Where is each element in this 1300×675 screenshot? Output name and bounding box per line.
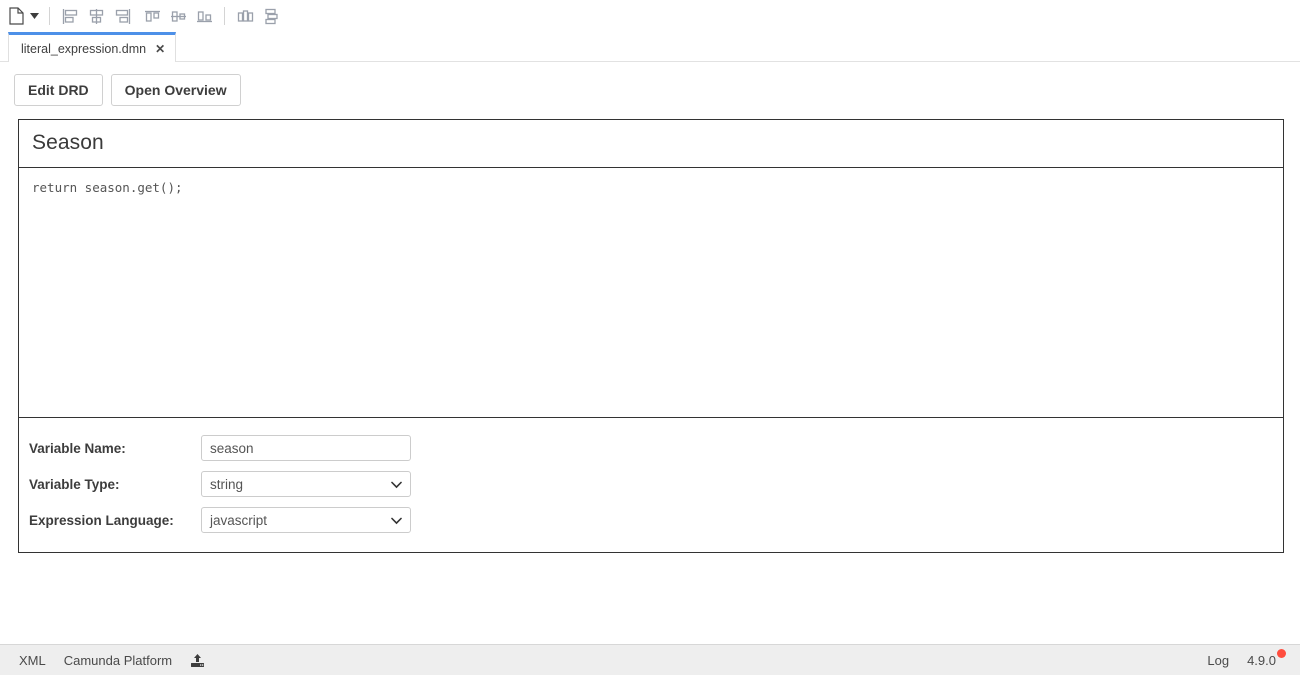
expression-language-label: Expression Language: <box>29 512 174 528</box>
status-bar: XML Camunda Platform Log 4.9.0 <box>0 644 1300 675</box>
literal-expression-editor: Season return season.get(); <box>18 119 1284 419</box>
property-row-expression-language: Expression Language: javascript <box>19 502 1283 538</box>
toolbar <box>0 0 1300 32</box>
log-button[interactable]: Log <box>1198 654 1238 667</box>
variable-type-field: string <box>201 471 411 498</box>
align-left-icon[interactable] <box>57 4 83 28</box>
edit-drd-button[interactable]: Edit DRD <box>14 74 103 107</box>
deploy-icon[interactable] <box>181 653 214 668</box>
properties-panel: Variable Name: Variable Type: string <box>18 418 1284 554</box>
expression-language-value: javascript <box>210 512 268 528</box>
distribute-vertically-icon[interactable] <box>258 4 284 28</box>
decision-name[interactable]: Season <box>19 120 1283 169</box>
expression-language-select[interactable]: javascript <box>201 507 411 534</box>
close-icon[interactable]: ✕ <box>155 43 165 55</box>
tab-label: literal_expression.dmn <box>21 41 147 56</box>
align-top-icon[interactable] <box>139 4 165 28</box>
align-center-horizontal-icon[interactable] <box>83 4 109 28</box>
toolbar-separator-1 <box>49 7 50 25</box>
main-content: Edit DRD Open Overview Season return sea… <box>0 62 1300 644</box>
variable-name-input[interactable] <box>201 435 411 462</box>
new-file-dropdown-caret[interactable] <box>26 4 42 28</box>
variable-name-field <box>201 435 411 462</box>
variable-type-select[interactable]: string <box>201 471 411 498</box>
property-row-variable-type: Variable Type: string <box>19 466 1283 502</box>
new-file-icon[interactable] <box>6 4 26 28</box>
version-text: 4.9.0 <box>1247 652 1276 668</box>
version-label[interactable]: 4.9.0 <box>1238 648 1288 668</box>
chevron-down-icon <box>391 477 402 492</box>
camunda-platform-button[interactable]: Camunda Platform <box>55 654 181 667</box>
notification-dot-icon <box>1277 648 1286 658</box>
status-bar-right: Log 4.9.0 <box>1198 648 1288 668</box>
tab-bar: literal_expression.dmn ✕ <box>0 32 1300 62</box>
variable-type-label: Variable Type: <box>29 476 120 492</box>
align-right-icon[interactable] <box>109 4 135 28</box>
xml-button[interactable]: XML <box>10 654 55 667</box>
variable-name-label: Variable Name: <box>29 440 126 456</box>
property-row-variable-name: Variable Name: <box>19 430 1283 466</box>
variable-type-value: string <box>210 476 244 492</box>
align-middle-icon[interactable] <box>165 4 191 28</box>
expression-language-field: javascript <box>201 507 411 534</box>
tab-literal-expression[interactable]: literal_expression.dmn ✕ <box>8 32 177 62</box>
status-bar-left: XML Camunda Platform <box>10 653 214 668</box>
distribute-horizontally-icon[interactable] <box>232 4 258 28</box>
chevron-down-icon <box>391 513 402 528</box>
toolbar-separator-2 <box>224 7 225 25</box>
open-overview-button[interactable]: Open Overview <box>110 74 241 107</box>
app-window: literal_expression.dmn ✕ Edit DRD Open O… <box>0 0 1300 675</box>
action-bar: Edit DRD Open Overview <box>0 62 1300 107</box>
expression-code-editor[interactable]: return season.get(); <box>19 168 1283 417</box>
align-bottom-icon[interactable] <box>191 4 217 28</box>
